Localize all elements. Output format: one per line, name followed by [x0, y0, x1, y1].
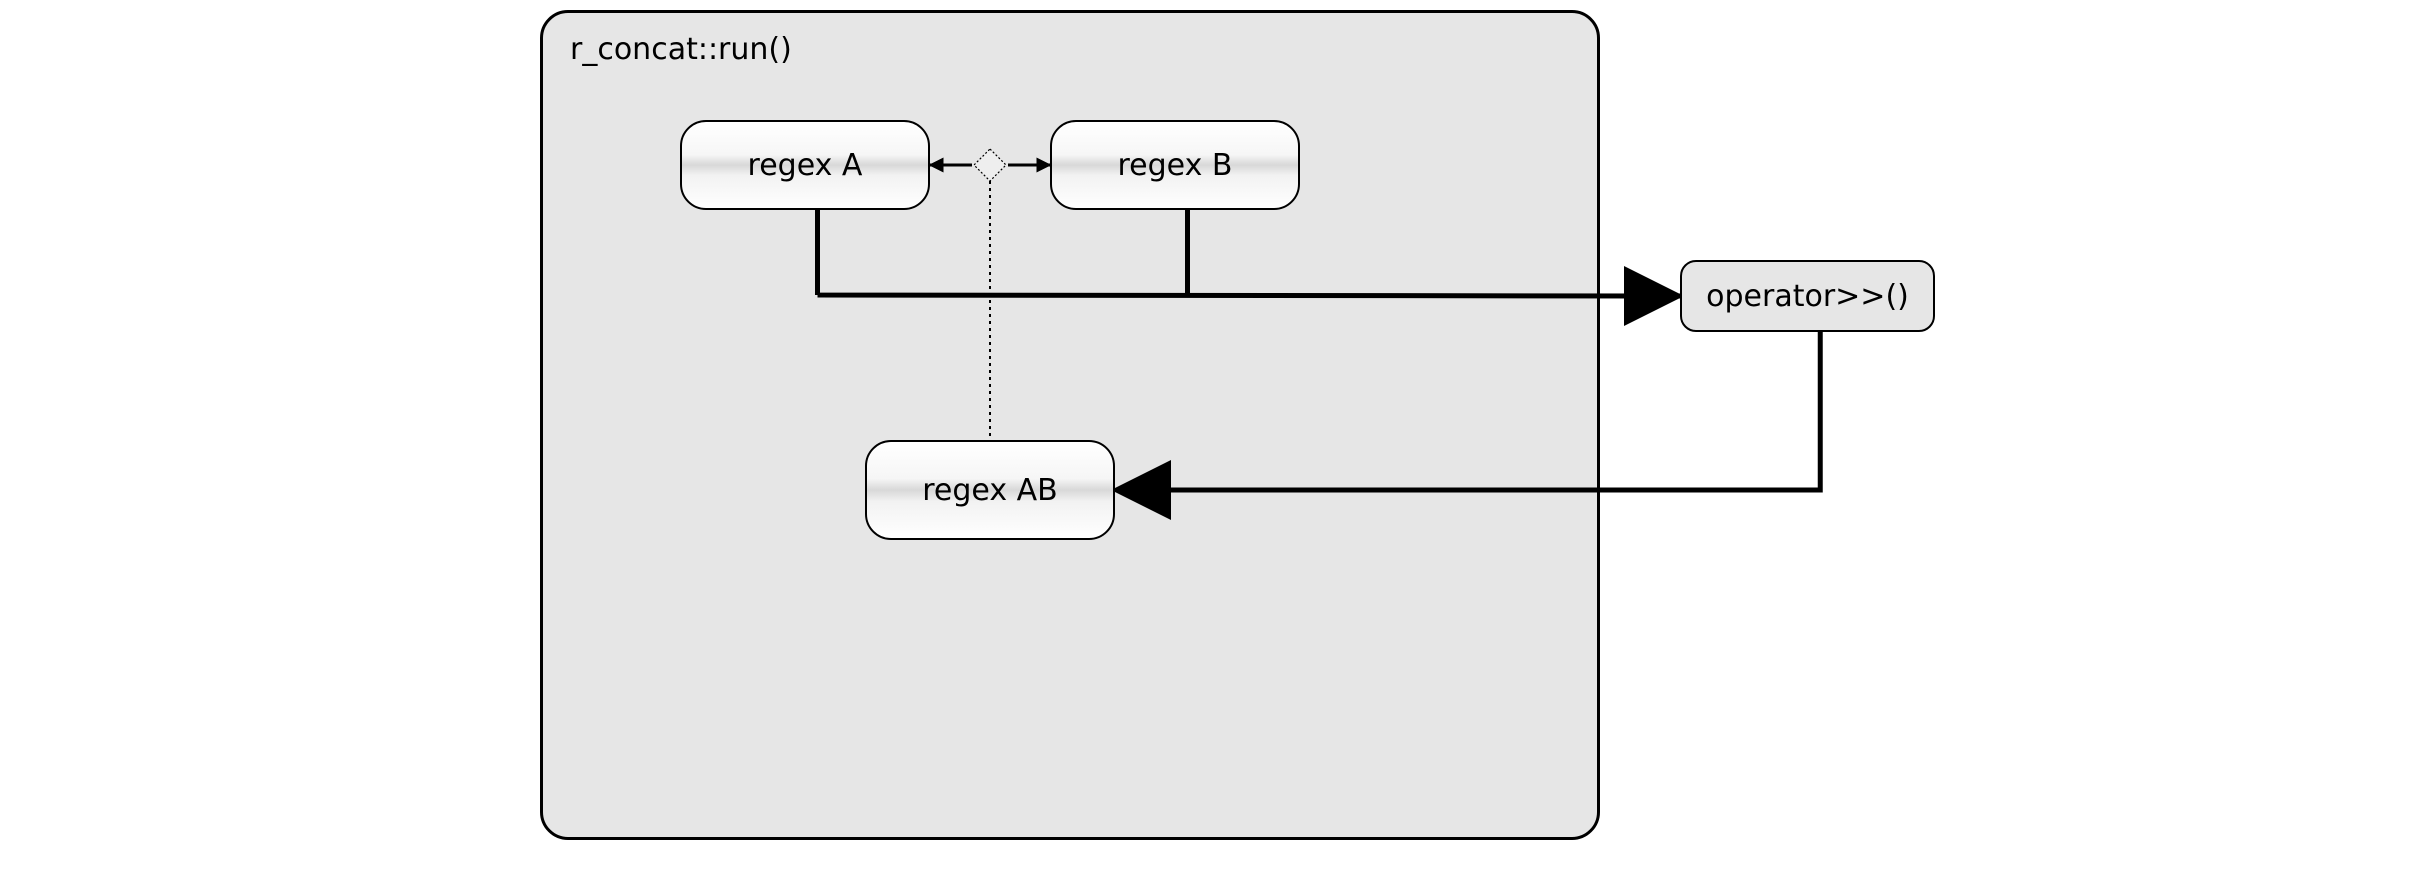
node-regex-b-label: regex B [1118, 148, 1233, 183]
node-regex-a: regex A [680, 120, 930, 210]
node-operator: operator>>() [1680, 260, 1935, 332]
node-regex-a-label: regex A [748, 148, 863, 183]
node-regex-ab: regex AB [865, 440, 1115, 540]
node-operator-label: operator>>() [1706, 279, 1909, 314]
diagram-canvas: r_concat::run() regex A regex B regex AB… [0, 0, 2427, 874]
node-regex-ab-label: regex AB [922, 473, 1058, 508]
node-regex-b: regex B [1050, 120, 1300, 210]
